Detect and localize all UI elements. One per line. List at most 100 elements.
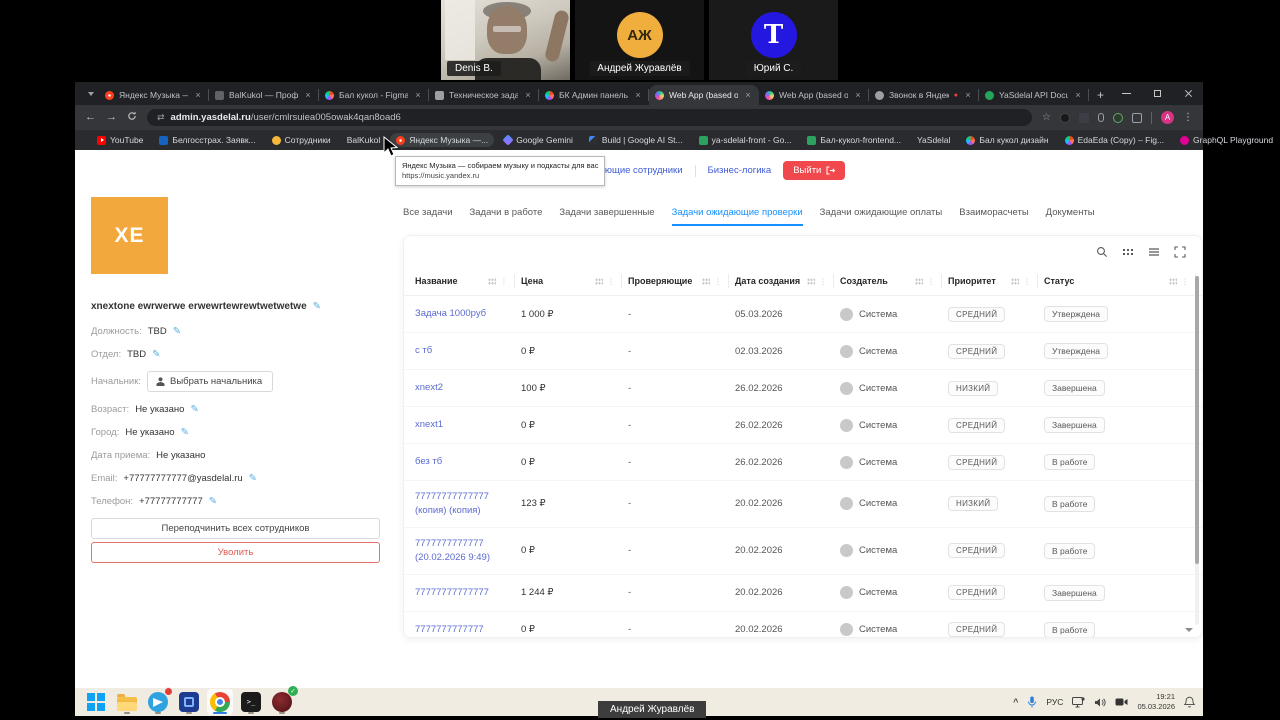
tab-close-icon[interactable] — [523, 90, 533, 100]
new-tab-button[interactable]: + — [1097, 88, 1104, 102]
column-menu-icon[interactable]: ⋮ — [1181, 277, 1189, 286]
app-button[interactable] — [176, 689, 202, 715]
bookmark[interactable]: Белгосстрах. Заявк... — [153, 133, 261, 147]
scroll-down-arrow-icon[interactable] — [1185, 628, 1193, 632]
maximize-icon[interactable] — [1153, 89, 1162, 98]
drag-handle-icon[interactable] — [595, 277, 603, 285]
table-scrollbar-thumb[interactable] — [1195, 276, 1199, 564]
column-header[interactable]: Название ⋮ — [415, 267, 521, 295]
back-icon[interactable]: ← — [85, 112, 96, 123]
tab-close-icon[interactable] — [743, 90, 753, 100]
clock[interactable]: 19:21 05.03.2026 — [1137, 692, 1175, 712]
table-row[interactable]: с тб 0 ₽ - 02.03.2026 Система СРЕДНИЙ Ут… — [404, 333, 1202, 370]
task-name-link[interactable]: 7777777777777 — [415, 613, 521, 638]
bookmark-star-icon[interactable]: ☆ — [1042, 112, 1051, 123]
task-tab[interactable]: Задачи завершенные — [559, 207, 654, 226]
column-header[interactable]: Дата создания ⋮ — [735, 267, 840, 295]
browser-menu-icon[interactable]: ⋮ — [1183, 112, 1193, 123]
fire-button[interactable]: Уволить — [91, 542, 380, 563]
edit-pencil-icon[interactable]: ✎ — [209, 496, 217, 507]
edit-pencil-icon[interactable]: ✎ — [190, 404, 198, 415]
edit-pencil-icon[interactable]: ✎ — [152, 349, 160, 360]
column-header[interactable]: Статус ⋮ — [1044, 267, 1202, 295]
task-name-link[interactable]: 77777777777777 (копия) (копия) — [415, 481, 521, 527]
extensions-puzzle-icon[interactable] — [1132, 112, 1142, 123]
bookmark[interactable]: GraphQL Playground — [1174, 133, 1279, 147]
tab-close-icon[interactable] — [853, 90, 863, 100]
drag-handle-icon[interactable] — [807, 277, 815, 285]
column-menu-icon[interactable]: ⋮ — [819, 277, 827, 286]
table-row[interactable]: 7777777777777 (20.02.2026 9:49) 0 ₽ - 20… — [404, 528, 1202, 575]
column-menu-icon[interactable]: ⋮ — [927, 277, 935, 286]
tab-search-chevron-icon[interactable] — [83, 84, 99, 104]
task-name-link[interactable]: Задача 1000руб — [415, 297, 521, 331]
telegram-button[interactable] — [145, 687, 173, 715]
url-text[interactable]: admin.yasdelal.ru/user/cmlrsuiea005owak4… — [171, 112, 401, 123]
tab-close-icon[interactable] — [303, 90, 313, 100]
table-row[interactable]: 77777777777777 1 244 ₽ - 20.02.2026 Сист… — [404, 575, 1202, 612]
address-bar[interactable]: ⇄ admin.yasdelal.ru/user/cmlrsuiea005owa… — [147, 109, 1033, 126]
column-menu-icon[interactable]: ⋮ — [500, 277, 508, 286]
extension-icon[interactable] — [1060, 112, 1070, 123]
browser-tab[interactable]: Web App (based on — [649, 85, 759, 105]
table-row[interactable]: xnext1 0 ₽ - 26.02.2026 Система СРЕДНИЙ — [404, 407, 1202, 444]
nav-business-logic[interactable]: Бизнес-логика — [708, 165, 772, 176]
browser-tab[interactable]: Web App (based on — [759, 85, 869, 105]
search-icon[interactable] — [1095, 245, 1108, 258]
task-tab[interactable]: Задачи ожидающие проверки — [671, 207, 803, 226]
row-density-icon[interactable] — [1147, 245, 1160, 258]
drag-handle-icon[interactable] — [1169, 277, 1177, 285]
column-header[interactable]: Создатель ⋮ — [840, 267, 948, 295]
tab-close-icon[interactable] — [193, 90, 203, 100]
task-tab[interactable]: Все задачи — [403, 207, 453, 226]
reload-icon[interactable] — [127, 111, 137, 124]
task-name-link[interactable]: 77777777777777 — [415, 576, 521, 610]
column-header[interactable]: Приоритет ⋮ — [948, 267, 1044, 295]
column-menu-icon[interactable]: ⋮ — [714, 277, 722, 286]
edit-pencil-icon[interactable]: ✎ — [249, 473, 257, 484]
table-row[interactable]: 7777777777777 0 ₽ - 20.02.2026 Система С… — [404, 612, 1202, 638]
bookmark[interactable]: Сотрудники — [266, 133, 337, 147]
logout-button[interactable]: Выйти — [783, 161, 846, 180]
browser-tab[interactable]: BalKukol — Профиль — [209, 85, 319, 105]
task-tab[interactable]: Задачи в работе — [470, 207, 543, 226]
red-app-button[interactable]: ✓ — [269, 686, 298, 715]
site-info-icon[interactable]: ⇄ — [157, 112, 165, 123]
column-header[interactable]: Проверяющие ⋮ — [628, 267, 735, 295]
task-tab[interactable]: Взаиморасчеты — [959, 207, 1028, 226]
participant-tile-avatar[interactable]: T Юрий С. — [709, 0, 838, 80]
chrome-button[interactable] — [207, 689, 233, 715]
column-settings-icon[interactable] — [1121, 245, 1134, 258]
bookmark[interactable]: YouTube — [91, 133, 149, 147]
table-row[interactable]: без тб 0 ₽ - 26.02.2026 Система СРЕДНИЙ — [404, 444, 1202, 481]
task-name-link[interactable]: с тб — [415, 334, 521, 368]
browser-tab[interactable]: БК Админ панель (п — [539, 85, 649, 105]
start-button[interactable] — [83, 689, 109, 715]
forward-icon[interactable]: → — [106, 112, 117, 123]
table-row[interactable]: xnext2 100 ₽ - 26.02.2026 Система НИЗКИЙ — [404, 370, 1202, 407]
notification-bell-icon[interactable] — [1184, 696, 1195, 708]
bookmark[interactable]: EdaEda (Copy) – Fig... — [1059, 133, 1170, 147]
tab-close-icon[interactable] — [413, 90, 423, 100]
task-name-link[interactable]: xnext1 — [415, 408, 521, 442]
drag-handle-icon[interactable] — [702, 277, 710, 285]
bookmark[interactable]: Бал-кукол-frontend... — [801, 133, 907, 147]
file-explorer-button[interactable] — [114, 689, 140, 715]
select-manager-button[interactable]: Выбрать начальника — [147, 371, 274, 392]
tray-expand-icon[interactable]: ^ — [1013, 697, 1018, 707]
language-indicator[interactable]: РУС — [1046, 697, 1063, 707]
speaker-icon[interactable] — [1094, 697, 1106, 708]
task-name-link[interactable]: 7777777777777 (20.02.2026 9:49) — [415, 528, 521, 574]
browser-tab[interactable]: Техническое задан — [429, 85, 539, 105]
browser-tab[interactable]: YaSdelal API Docume — [979, 85, 1089, 105]
task-tab[interactable]: Документы — [1046, 207, 1095, 226]
drag-handle-icon[interactable] — [488, 277, 496, 285]
microphone-icon[interactable] — [1027, 696, 1037, 708]
bookmark[interactable]: BalKukol — [341, 133, 387, 147]
extension-shield-icon[interactable] — [1079, 112, 1089, 123]
reassign-employees-button[interactable]: Переподчинить всех сотрудников — [91, 518, 380, 539]
edit-pencil-icon[interactable]: ✎ — [313, 301, 321, 312]
task-name-link[interactable]: xnext2 — [415, 371, 521, 405]
task-tab[interactable]: Задачи ожидающие оплаты — [820, 207, 943, 226]
drag-handle-icon[interactable] — [1011, 277, 1019, 285]
